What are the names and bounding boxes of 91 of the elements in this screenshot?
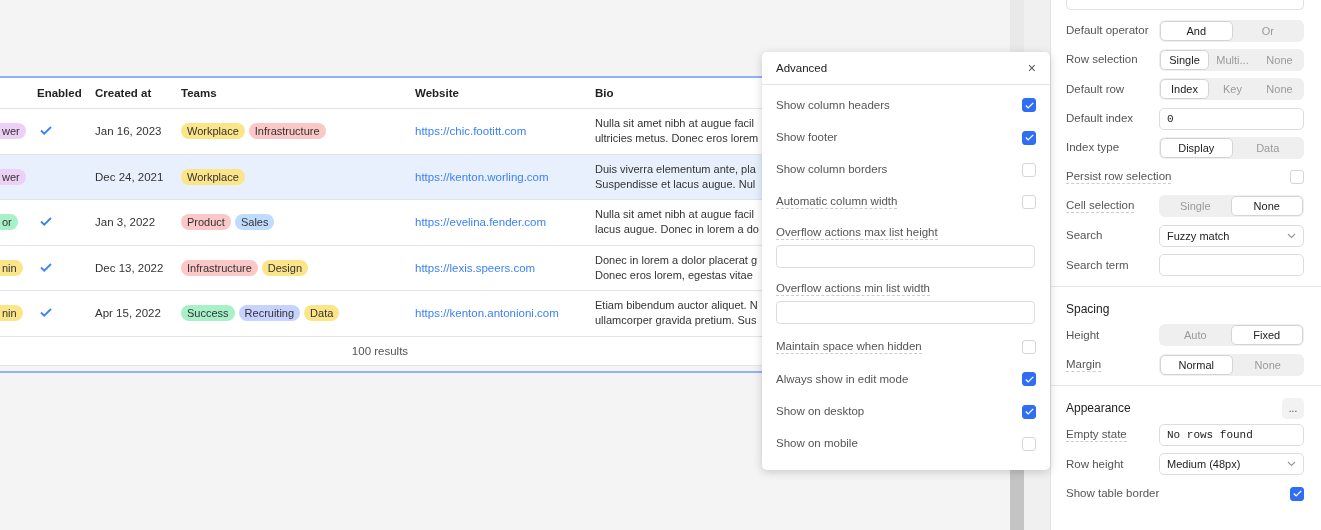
dropdown-select[interactable]: Fuzzy match — [1159, 224, 1304, 247]
segment-option[interactable]: None — [1230, 196, 1303, 217]
option-label: Automatic column width — [776, 195, 898, 210]
field-label: Search term — [1066, 258, 1129, 272]
field-label: Index type — [1066, 141, 1120, 155]
chevron-down-icon — [1287, 232, 1296, 239]
field-label: Cell selection — [1066, 199, 1135, 214]
chevron-down-icon — [1287, 461, 1296, 468]
date-cell-text: Jan 3, 2022 — [95, 216, 157, 229]
text-input[interactable] — [776, 300, 1035, 324]
segment-option[interactable]: Single — [1160, 49, 1209, 70]
role-tag: wer — [0, 168, 26, 185]
option-label: Maintain space when hidden — [776, 339, 922, 354]
bio-cell-text: Etiam bibendum auctor aliquet. N ullamcorper gravida pretium. Sus — [595, 298, 759, 329]
bio-cell-text: Donec in lorem a dolor placerat g Donec eros lorem, egestas vitae — [595, 252, 759, 283]
field-label: Show table border — [1066, 487, 1160, 500]
date-cell-text: Dec 24, 2021 — [95, 170, 165, 183]
checkbox[interactable] — [1290, 486, 1304, 501]
website-link[interactable]: https://kenton.antonioni.com — [415, 307, 559, 320]
team-tag: Infrastructure — [181, 259, 258, 276]
close-button[interactable]: × — [1027, 60, 1036, 76]
website-link[interactable]: https://lexis.speers.com — [415, 261, 536, 274]
text-input[interactable] — [1159, 254, 1304, 276]
bio-cell-text: Nulla sit amet nibh at augue facil lacus augue. Donec in lorem a do — [595, 207, 760, 238]
column-header: Website — [415, 87, 460, 99]
dropdown-select[interactable]: Medium (48px) — [1159, 453, 1304, 476]
team-tag: Workplace — [181, 168, 245, 185]
segment-option[interactable]: And — [1160, 20, 1233, 41]
checkbox[interactable] — [1022, 372, 1036, 387]
column-header: Teams — [181, 87, 218, 99]
role-tag: or — [0, 214, 18, 231]
more-button[interactable]: ... — [1282, 397, 1304, 419]
field-label: Default operator — [1066, 24, 1149, 38]
segment-option[interactable]: Normal — [1160, 354, 1233, 375]
date-cell-text: Jan 16, 2023 — [95, 125, 163, 138]
checkmark-icon — [1024, 101, 1034, 109]
section-title: Appearance — [1066, 401, 1131, 416]
team-tag: Infrastructure — [248, 123, 326, 140]
checkbox[interactable] — [1022, 404, 1036, 419]
date-cell-text: Dec 13, 2022 — [95, 261, 165, 274]
option-label: Always show in edit mode — [776, 372, 909, 386]
filter-field[interactable] — [1066, 0, 1304, 10]
field-label: Default index — [1066, 112, 1134, 126]
field-label: Empty state — [1066, 427, 1127, 442]
section-title: Spacing — [1066, 301, 1110, 316]
field-label: Row selection — [1066, 53, 1138, 67]
results-count: 100 results — [351, 344, 409, 357]
option-label: Show on mobile — [776, 437, 858, 451]
option-label: Show column borders — [776, 163, 888, 177]
checkmark-icon — [1024, 134, 1034, 142]
team-tag: Recruiting — [238, 305, 301, 322]
segment-option[interactable]: Fixed — [1230, 325, 1303, 346]
date-cell-text: Apr 15, 2022 — [95, 307, 162, 320]
segment-option[interactable]: Index — [1160, 79, 1209, 100]
field-label: Margin — [1066, 357, 1102, 372]
popover-title: Advanced — [776, 62, 828, 74]
text-input[interactable]: 0 — [1159, 107, 1304, 130]
checkbox[interactable] — [1022, 98, 1036, 113]
field-label: Search — [1066, 229, 1103, 243]
option-label: Show column headers — [776, 98, 890, 112]
column-header: Created at — [95, 87, 153, 99]
bio-cell-text: Nulla sit amet nibh at augue facil ultricies metus. Donec eros lorem — [595, 116, 760, 147]
option-label: Overflow actions max list height — [776, 225, 938, 240]
option-label: Overflow actions min list width — [776, 281, 931, 296]
field-label: Row height — [1066, 457, 1124, 471]
option-label: Show footer — [776, 131, 838, 145]
segment-option[interactable]: Display — [1160, 137, 1233, 158]
column-header: Bio — [595, 87, 615, 99]
field-label: Height — [1066, 328, 1100, 342]
checkbox[interactable] — [1022, 130, 1036, 145]
option-label: Show on desktop — [776, 405, 865, 419]
text-input[interactable]: No rows found — [1159, 423, 1304, 446]
column-header: Enabled — [37, 87, 83, 99]
website-link[interactable]: https://chic.footitt.com — [415, 125, 527, 138]
team-tag: Workplace — [181, 123, 245, 140]
role-tag: nin — [0, 305, 23, 322]
text-input[interactable] — [776, 244, 1035, 268]
bio-cell-text: Duis viverra elementum ante, pla Suspendisse et lacus augue. Nul — [595, 161, 757, 192]
checkmark-icon — [1024, 375, 1034, 383]
team-tag: Data — [304, 305, 340, 322]
team-tag: Sales — [234, 214, 275, 231]
checkmark-icon — [1292, 490, 1302, 497]
field-label: Default row — [1066, 82, 1125, 96]
team-tag: Design — [261, 259, 309, 276]
role-tag: wer — [0, 123, 26, 140]
checkmark-icon — [1024, 408, 1034, 416]
role-tag: nin — [0, 259, 23, 276]
team-tag: Product — [181, 214, 231, 231]
field-label: Persist row selection — [1066, 170, 1172, 185]
website-link[interactable]: https://evelina.fender.com — [415, 216, 547, 229]
team-tag: Success — [181, 305, 235, 322]
